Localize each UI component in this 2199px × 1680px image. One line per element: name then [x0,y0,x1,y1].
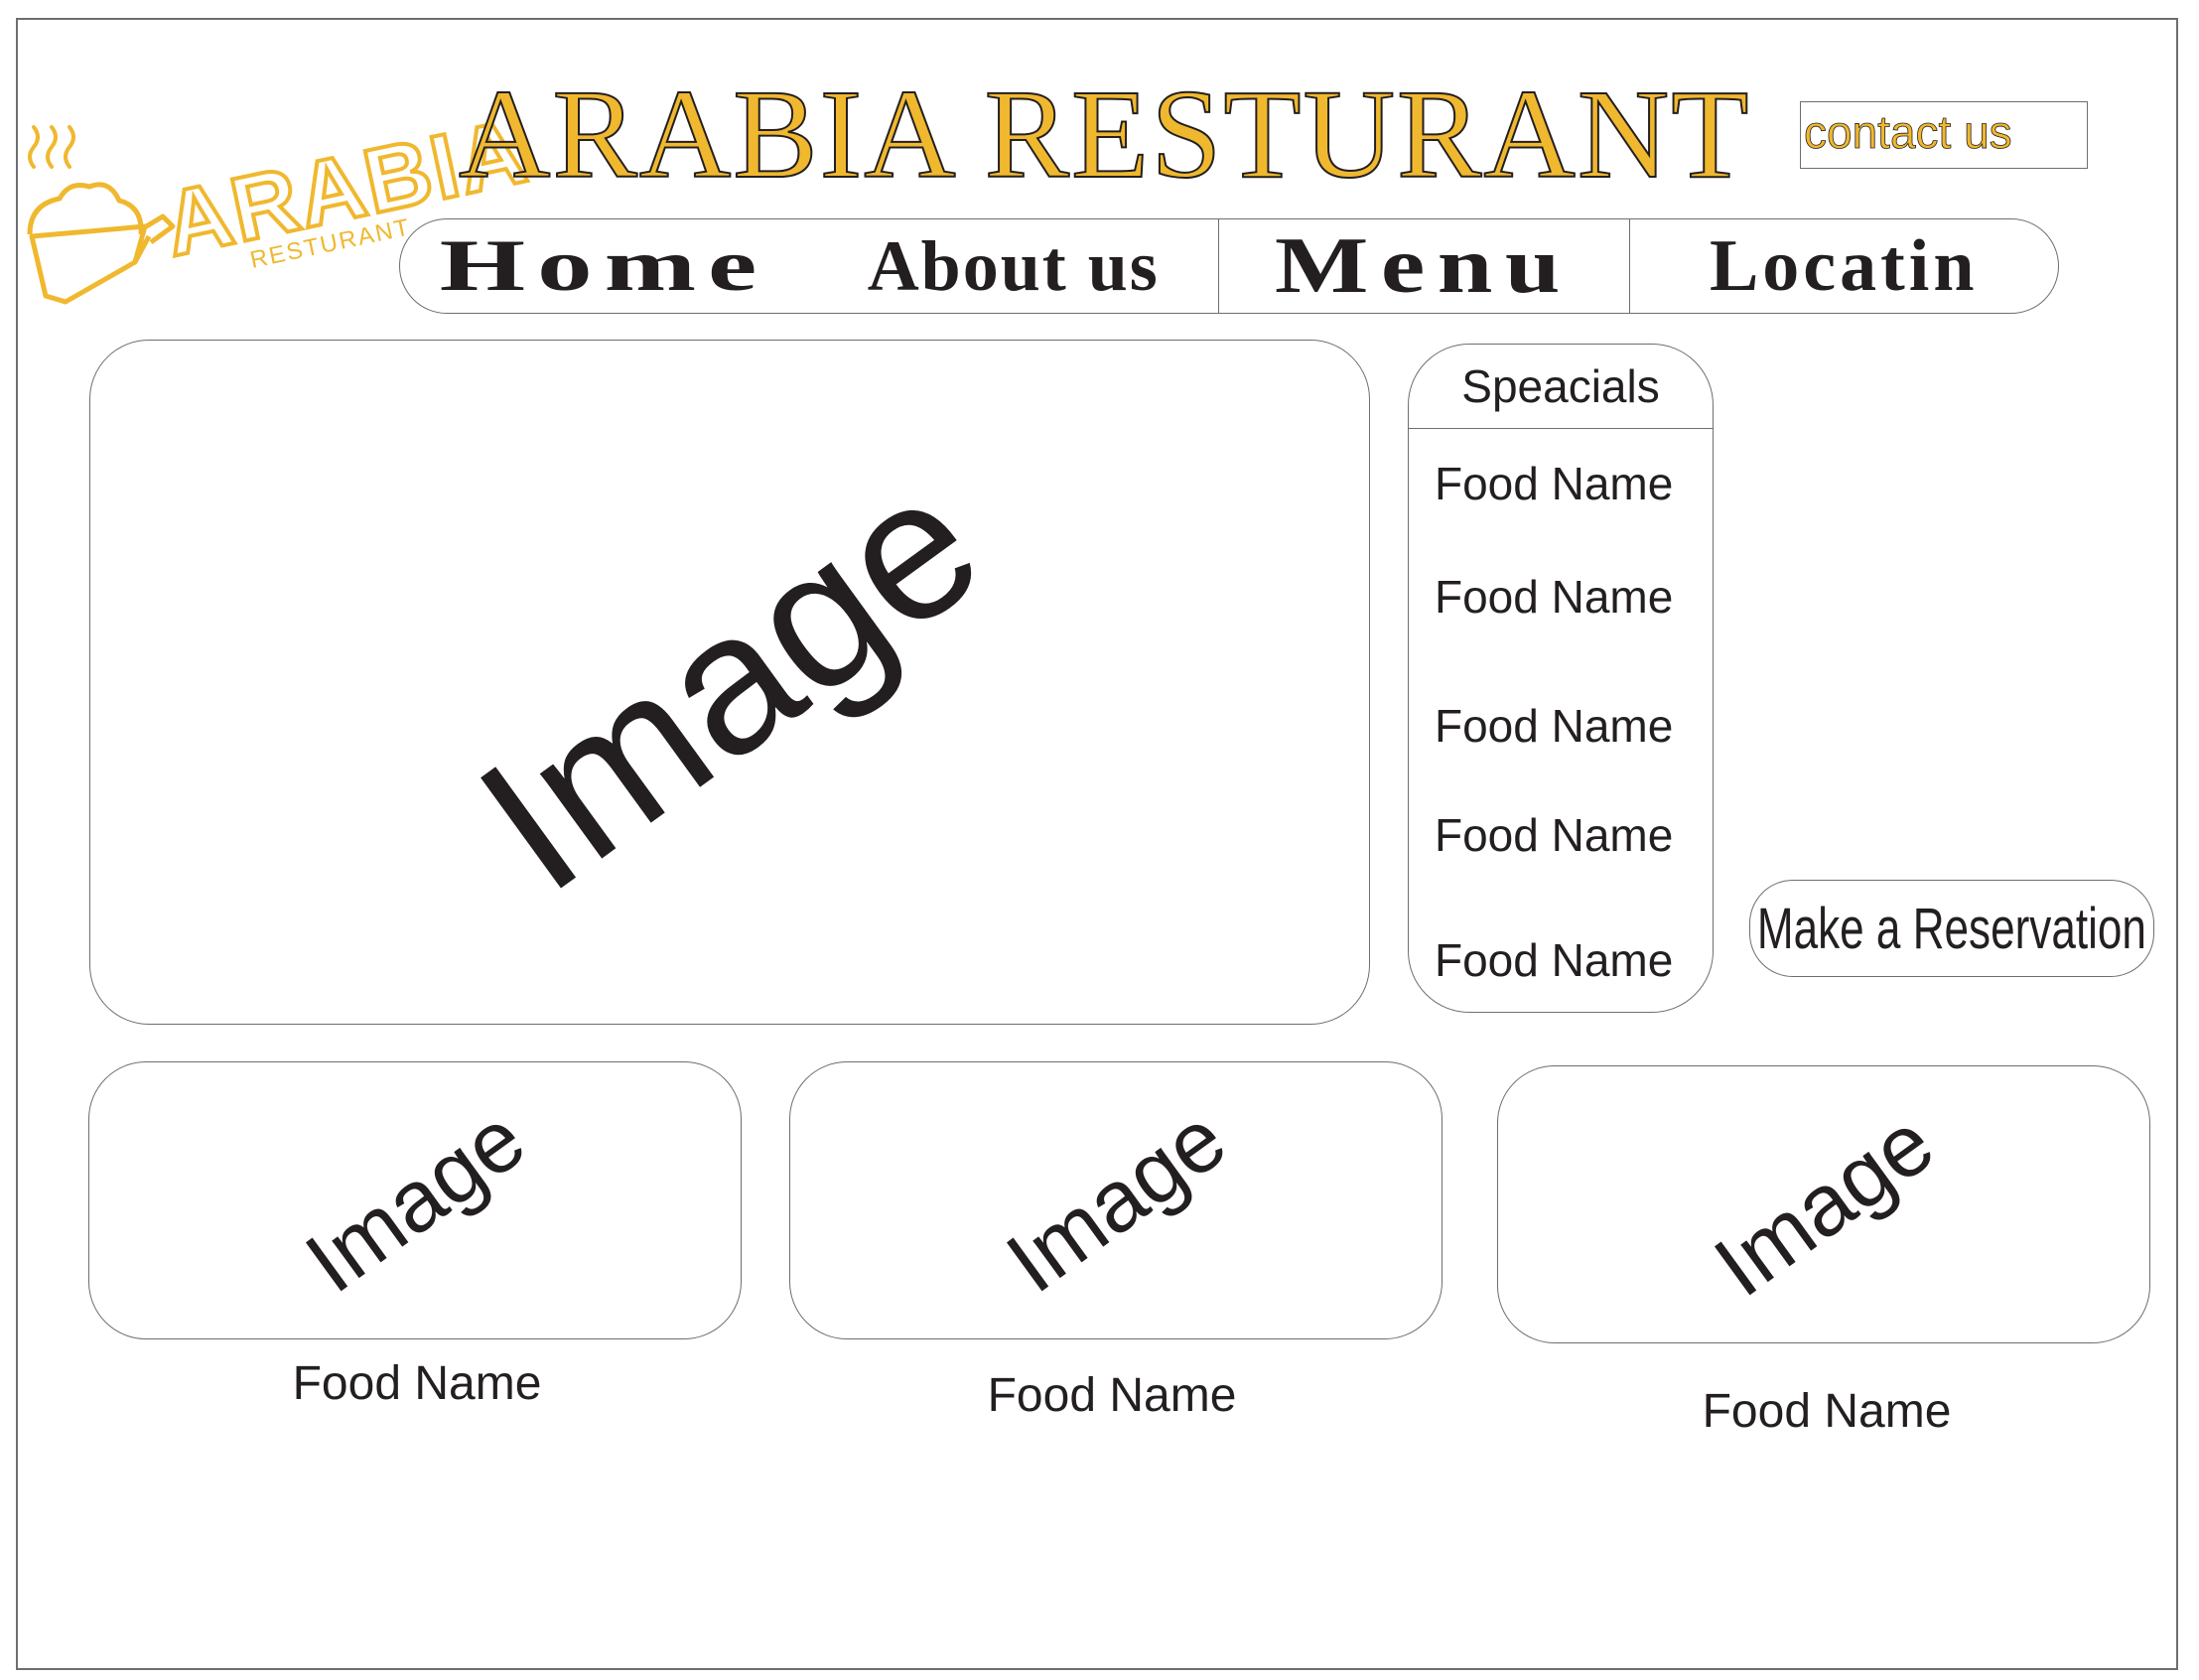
nav-label-home: Home [439,224,769,307]
featured-food-name[interactable]: Food Name [1628,1384,2025,1440]
make-reservation-label: Make a Reservation [1756,896,2147,961]
hero-image-placeholder: Image [89,340,1370,1025]
specials-panel: Speacials Food Name Food Name Food Name … [1408,344,1714,1013]
nav-item-menu[interactable]: Menu [1218,219,1629,313]
make-reservation-button[interactable]: Make a Reservation [1749,880,2154,977]
site-title: ARABIA RESTURANT [458,64,1751,205]
nav-item-location[interactable]: Locatin [1628,219,2058,313]
nav-item-about-us[interactable]: About us [809,219,1219,313]
hero-image-label: Image [441,430,1019,934]
specials-title: Speacials [1409,345,1713,429]
main-nav: Home About us Menu Locatin [399,218,2059,314]
cooking-pot-icon [27,182,176,305]
specials-item[interactable]: Food Name [1435,571,1673,623]
featured-image-placeholder[interactable]: Image [789,1061,1443,1339]
specials-item[interactable]: Food Name [1435,458,1673,509]
steam-icon [28,125,75,169]
featured-image-placeholder[interactable]: Image [88,1061,742,1339]
featured-food-name[interactable]: Food Name [218,1356,616,1412]
specials-item[interactable]: Food Name [1435,700,1673,752]
featured-food-name[interactable]: Food Name [913,1368,1310,1424]
nav-label-menu: Menu [1275,221,1574,310]
featured-image-label: Image [1696,1092,1951,1316]
specials-item[interactable]: Food Name [1435,809,1673,861]
restaurant-logo[interactable]: ARABIA RESTURANT [24,87,538,316]
specials-item[interactable]: Food Name [1435,934,1673,986]
logo-graphic: ARABIA RESTURANT [27,98,538,305]
featured-image-label: Image [287,1088,542,1312]
contact-us-link[interactable]: contact us [1800,101,2088,169]
featured-image-label: Image [988,1088,1243,1312]
nav-item-home[interactable]: Home [400,219,809,313]
featured-image-placeholder[interactable]: Image [1497,1065,2150,1343]
